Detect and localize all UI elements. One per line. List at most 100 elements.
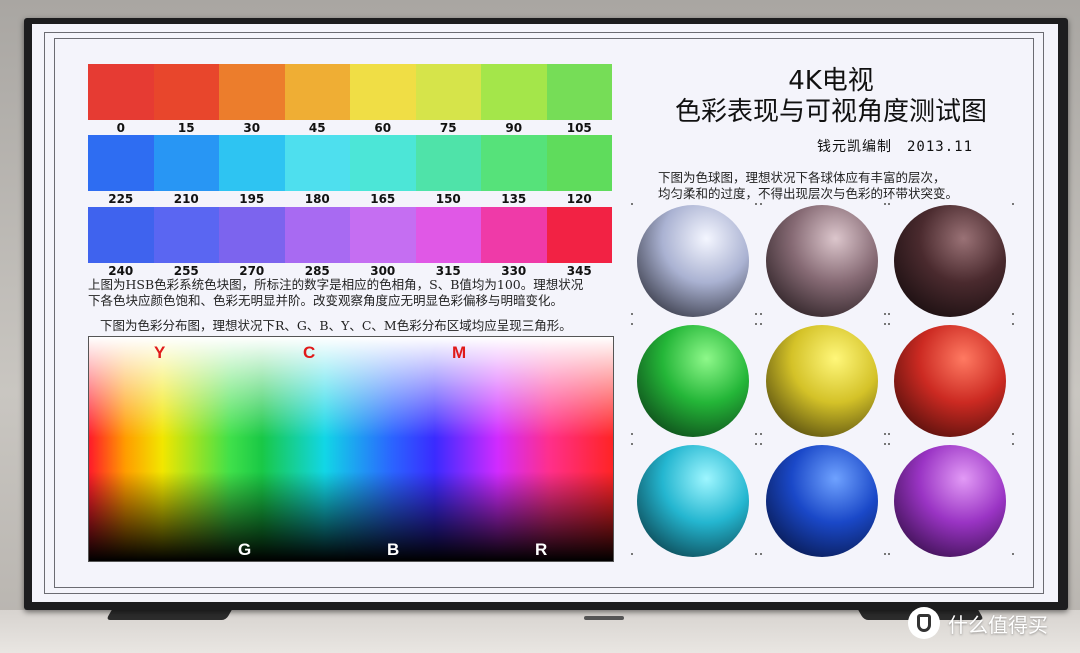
hue-label-195: 195 [239,192,265,206]
sphere-corner-mark [631,323,633,325]
hue-swatch-75 [415,64,481,120]
hue-label-15: 15 [177,121,195,135]
hue-labels-2: 225 210 195 180 165 150 135 120 [88,192,612,206]
hue-label-30: 30 [243,121,261,135]
hue-label-225: 225 [108,192,134,206]
sphere-corner-mark [884,443,886,445]
sphere-corner-mark [888,553,890,555]
sphere-corner-mark [755,203,757,205]
sphere-corner-mark [1012,323,1014,325]
hue-swatch-150 [415,135,481,191]
hue-label-60: 60 [374,121,392,135]
color-sphere-blue [766,445,878,557]
sphere-corner-mark [631,203,633,205]
hue-label-165: 165 [370,192,396,206]
sphere-corner-mark [760,553,762,555]
hue-swatch-285 [284,207,350,263]
sphere-corner-mark [755,313,757,315]
hue-swatch-225 [88,135,154,191]
hsb-description-line2: 下各色块应颜色饱和、色彩无明显并阶。改变观察角度应无明显色彩偏移与明暗变化。 [88,293,564,308]
gamut-label-g: G [238,540,252,559]
watermark: 什么值得买 [908,606,1048,640]
sphere-corner-mark [631,433,633,435]
color-sphere-yellow [766,325,878,437]
sphere-corner-mark [631,553,633,555]
hue-swatch-210 [153,135,219,191]
hue-swatch-30 [219,64,285,120]
sphere-corner-mark [631,313,633,315]
hsb-description-line1: 上图为HSB色彩系统色块图，所标注的数字是相应的色相角，S、B值均为100。理想… [88,277,584,292]
sphere-corner-mark [888,313,890,315]
sphere-corner-mark [888,203,890,205]
sphere-corner-mark [1012,443,1014,445]
hue-label-90: 90 [505,121,523,135]
hue-label-105: 105 [566,121,592,135]
sphere-corner-mark [888,323,890,325]
hue-swatch-135 [481,135,547,191]
hue-swatch-315 [415,207,481,263]
hue-swatch-255 [153,207,219,263]
color-sphere-white [637,205,749,317]
sphere-corner-mark [884,553,886,555]
hue-label-210: 210 [173,192,199,206]
hue-label-345: 345 [566,264,592,278]
tv-screen: 0 15 30 45 60 75 90 105 225 210 195 180 165 150 135 12… [32,24,1058,602]
chart-title-line2: 色彩表现与可视角度测试图 [674,97,987,127]
sphere-corner-mark [755,443,757,445]
sphere-corner-mark [760,433,762,435]
gamut-description: 下图为色彩分布图，理想状况下R、G、B、Y、C、M色彩分布区域均应呈现三角形。 [100,318,572,333]
sphere-corner-mark [755,433,757,435]
sphere-corner-mark [884,203,886,205]
hue-label-0: 0 [116,121,125,135]
gamut-label-y: Y [154,343,166,362]
sphere-description-line2: 均匀柔和的过度，不得出现层次与色彩的环带状突变。 [658,186,959,201]
gamut-label-b: B [387,540,400,559]
color-gamut-chart: Y C M G B R [88,336,614,562]
hue-swatch-60 [350,64,416,120]
gamut-label-m: M [452,343,467,362]
sphere-corner-mark [760,313,762,315]
hue-swatch-345 [546,207,612,263]
sphere-corner-mark [1012,313,1014,315]
hue-label-315: 315 [435,264,461,278]
sphere-corner-mark [760,323,762,325]
sphere-corner-mark [755,323,757,325]
author-and-date: 钱元凯编制 2013.11 [817,139,974,155]
hue-label-255: 255 [173,264,199,278]
hue-label-45: 45 [308,121,326,135]
color-sphere-red [894,325,1006,437]
sphere-corner-mark [631,443,633,445]
hue-label-300: 300 [370,264,396,278]
hue-labels-1: 0 15 30 45 60 75 90 105 [88,121,612,135]
hue-label-120: 120 [566,192,592,206]
sphere-corner-mark [760,203,762,205]
sphere-description-line1: 下图为色球图，理想状况下各球体应有丰富的层次， [658,170,946,185]
sphere-corner-mark [884,313,886,315]
hue-label-270: 270 [239,264,265,278]
color-sphere-green [637,325,749,437]
hue-label-150: 150 [435,192,461,206]
gamut-label-r: R [535,540,548,559]
color-sphere-cyan [637,445,749,557]
hue-swatch-240 [88,207,154,263]
hue-row-1 [88,64,612,120]
sphere-corner-mark [884,433,886,435]
sphere-corner-mark [888,443,890,445]
hue-swatch-270 [219,207,285,263]
sphere-corner-mark [1012,553,1014,555]
hue-swatch-195 [219,135,285,191]
smzdm-logo-icon [908,607,940,639]
hue-labels-3: 240 255 270 285 300 315 330 345 [88,264,612,278]
hue-row-2 [88,135,612,191]
hue-swatch-180 [284,135,350,191]
hue-swatch-0 [88,64,154,120]
color-sphere-brown [894,205,1006,317]
hue-label-330: 330 [501,264,527,278]
hue-label-180: 180 [304,192,330,206]
hue-swatch-15 [153,64,219,120]
gamut-label-c: C [303,343,316,362]
hue-swatch-300 [350,207,416,263]
color-sphere-purple [894,445,1006,557]
sphere-corner-mark [888,433,890,435]
hue-swatch-165 [350,135,416,191]
